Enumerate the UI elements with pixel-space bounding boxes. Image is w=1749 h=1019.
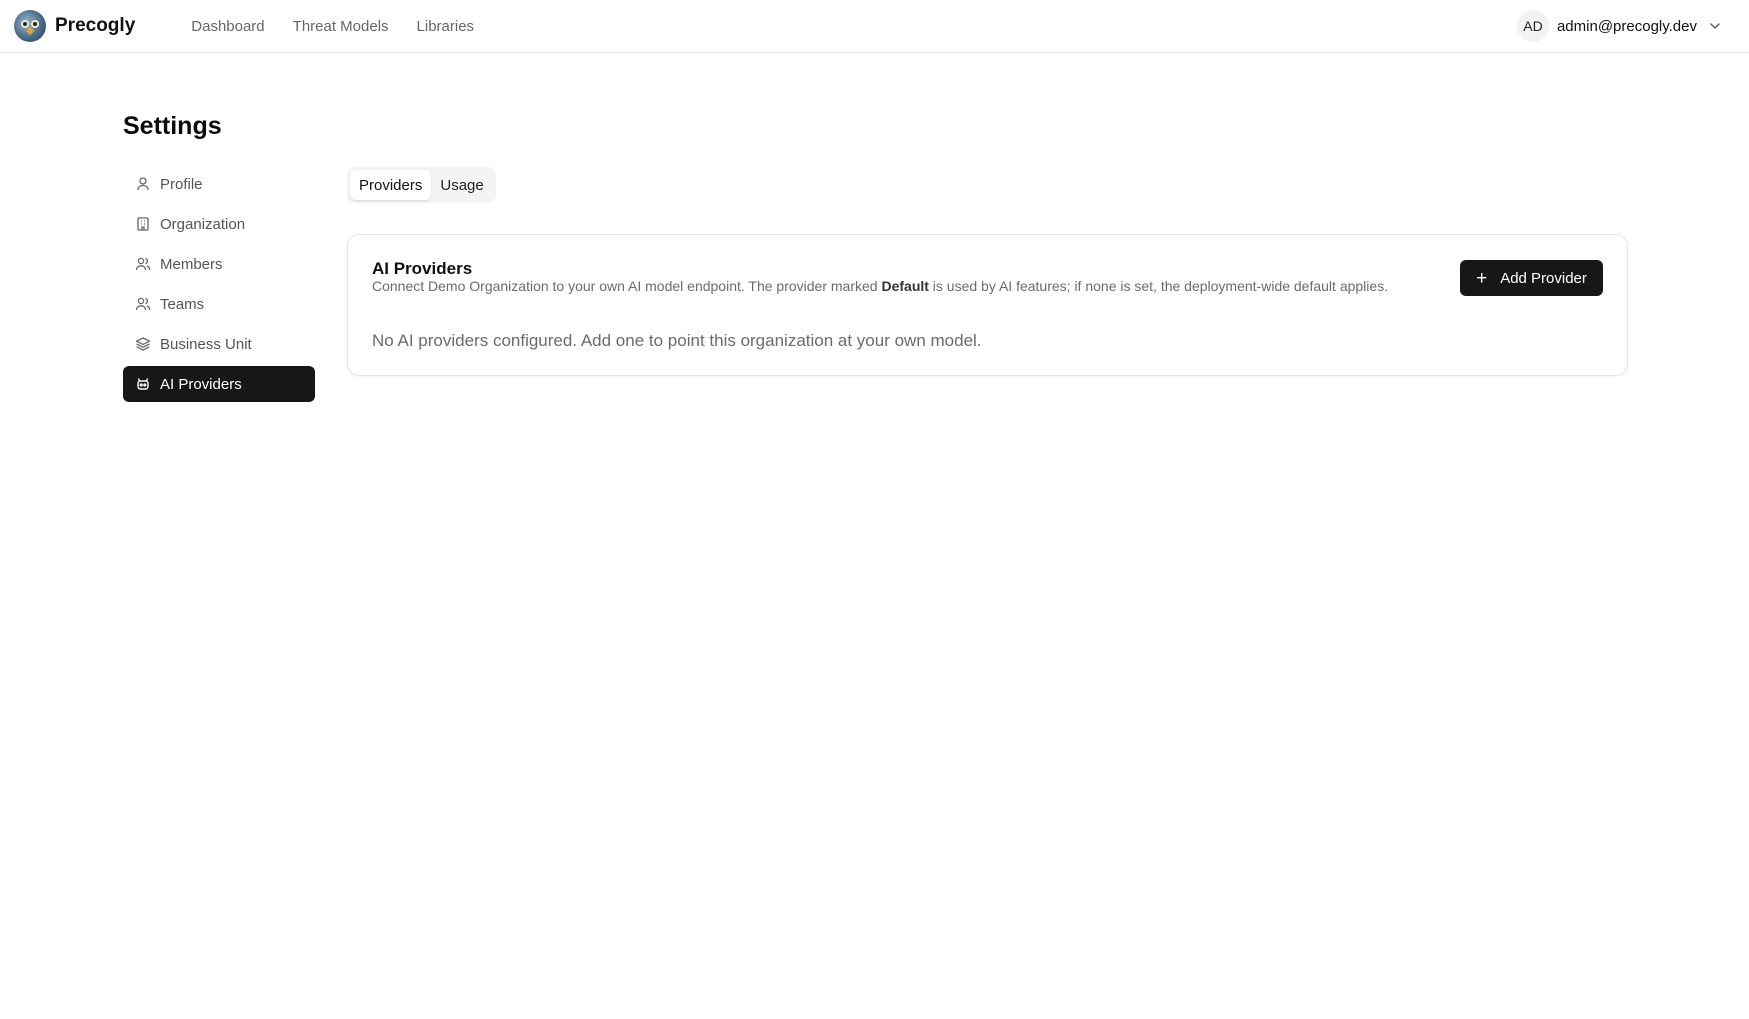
avatar: AD	[1516, 10, 1549, 42]
sidebar-item-business-unit[interactable]: Business Unit	[123, 326, 315, 362]
nav-dashboard[interactable]: Dashboard	[191, 18, 264, 35]
plus-icon: +	[1476, 267, 1488, 289]
sidebar-item-members[interactable]: Members	[123, 246, 315, 282]
users-icon	[135, 297, 151, 311]
add-provider-button[interactable]: + Add Provider	[1460, 260, 1603, 296]
sidebar-item-label: Teams	[160, 295, 205, 313]
sidebar-item-label: Business Unit	[160, 335, 252, 353]
sidebar-item-ai-providers[interactable]: AI Providers	[123, 366, 315, 402]
sidebar-item-profile[interactable]: Profile	[123, 166, 315, 202]
user-email: admin@precogly.dev	[1556, 17, 1697, 35]
card-desc-pre: Connect Demo Organization to your own AI…	[372, 278, 882, 294]
nav-threat-models[interactable]: Threat Models	[293, 18, 389, 35]
brand-name: Precogly	[55, 15, 136, 36]
settings-sidebar: Profile Organization Members Teams Busin…	[123, 166, 315, 406]
user-icon	[137, 177, 149, 191]
tab-providers[interactable]: Providers	[350, 170, 432, 200]
empty-state-text: No AI providers configured. Add one to p…	[372, 331, 982, 350]
card-description: Connect Demo Organization to your own AI…	[372, 278, 1388, 294]
card-desc-bold: Default	[881, 278, 929, 294]
building-icon	[137, 217, 149, 231]
top-navbar: Precogly Dashboard Threat Models Librari…	[0, 0, 1749, 53]
sidebar-item-label: Profile	[160, 175, 203, 193]
bot-icon	[137, 378, 149, 390]
card-desc-post: is used by AI features; if none is set, …	[928, 278, 1389, 294]
owl-logo-icon	[14, 10, 46, 42]
tab-usage[interactable]: Usage	[431, 170, 492, 200]
sidebar-item-label: Organization	[160, 215, 246, 233]
chevron-down-icon	[1710, 23, 1720, 29]
page-title: Settings	[123, 112, 222, 140]
user-menu[interactable]: AD admin@precogly.dev	[1516, 10, 1721, 42]
sidebar-item-teams[interactable]: Teams	[123, 286, 315, 322]
sidebar-item-label: AI Providers	[160, 375, 242, 393]
nav-libraries[interactable]: Libraries	[417, 18, 475, 35]
add-provider-label: Add Provider	[1500, 269, 1587, 287]
layers-icon	[135, 337, 151, 351]
ai-providers-card: AI Providers Connect Demo Organization t…	[347, 234, 1628, 376]
brand[interactable]: Precogly	[14, 10, 135, 42]
main-nav: Dashboard Threat Models Libraries	[191, 18, 502, 35]
sidebar-item-label: Members	[160, 255, 223, 273]
settings-tabs: Providers Usage	[347, 167, 496, 203]
card-title: AI Providers	[372, 259, 473, 278]
sidebar-item-organization[interactable]: Organization	[123, 206, 315, 242]
users-icon	[135, 257, 151, 271]
